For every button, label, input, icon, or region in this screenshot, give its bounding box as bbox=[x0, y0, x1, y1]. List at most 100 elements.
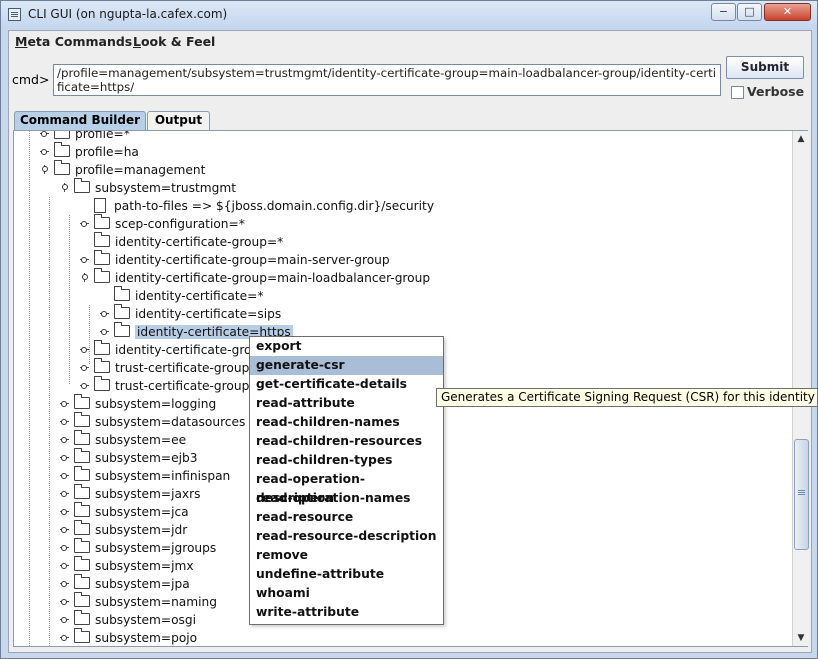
tree-node[interactable]: subsystem=jpa bbox=[60, 574, 190, 593]
tree-node[interactable]: subsystem=datasources bbox=[60, 412, 245, 431]
context-menu-item[interactable]: read-resource-description bbox=[250, 527, 443, 546]
context-menu-item[interactable]: whoami bbox=[250, 584, 443, 603]
menu-bar: Meta Commands Look & Feel bbox=[9, 31, 811, 53]
expand-toggle-closed-icon[interactable] bbox=[60, 543, 70, 553]
context-menu-item[interactable]: read-children-resources bbox=[250, 432, 443, 451]
tree-node[interactable]: subsystem=jmx bbox=[60, 556, 194, 575]
folder-icon bbox=[54, 160, 70, 175]
context-menu-item[interactable]: write-attribute bbox=[250, 603, 443, 622]
tree-node[interactable]: trust-certificate-group=* bbox=[80, 358, 266, 377]
expand-toggle-closed-icon[interactable] bbox=[60, 435, 70, 445]
tree-node[interactable]: subsystem=jca bbox=[60, 502, 189, 521]
tree-node-label: subsystem=ejb3 bbox=[95, 451, 198, 465]
tree-node[interactable]: path-to-files => ${jboss.domain.config.d… bbox=[94, 197, 434, 215]
expand-toggle-open-icon[interactable] bbox=[60, 183, 70, 193]
tree-node-label: profile=ha bbox=[75, 145, 139, 159]
tree-node[interactable]: profile=management bbox=[42, 160, 205, 179]
expand-toggle-open-icon[interactable] bbox=[80, 273, 90, 283]
expand-toggle-closed-icon[interactable] bbox=[60, 579, 70, 589]
expand-toggle-closed-icon[interactable] bbox=[80, 219, 90, 229]
context-menu-item[interactable]: read-attribute bbox=[250, 394, 443, 413]
tree-node[interactable]: scep-configuration=* bbox=[80, 214, 245, 233]
tree-node[interactable]: identity-certificate=sips bbox=[100, 304, 281, 323]
context-menu-item[interactable]: remove bbox=[250, 546, 443, 565]
tab-command-builder[interactable]: Command Builder bbox=[14, 111, 146, 130]
folder-icon bbox=[94, 268, 110, 283]
tree-node[interactable]: identity-certificate=* bbox=[114, 286, 264, 305]
folder-icon bbox=[114, 322, 130, 337]
tree-node[interactable]: subsystem=trustmgmt bbox=[62, 178, 236, 197]
tree-node[interactable]: subsystem=ejb3 bbox=[60, 448, 198, 467]
expand-toggle-closed-icon[interactable] bbox=[60, 597, 70, 607]
context-menu-item[interactable]: read-children-names bbox=[250, 413, 443, 432]
expand-toggle-closed-icon[interactable] bbox=[60, 417, 70, 427]
context-menu-item[interactable]: export bbox=[250, 337, 443, 356]
verbose-checkbox[interactable] bbox=[731, 86, 744, 99]
tree-node[interactable]: profile=* bbox=[40, 131, 130, 143]
context-menu-item[interactable]: generate-csr bbox=[250, 356, 443, 375]
expand-toggle-closed-icon[interactable] bbox=[60, 507, 70, 517]
folder-icon bbox=[74, 448, 90, 463]
folder-icon bbox=[94, 376, 110, 391]
tree-node[interactable]: subsystem=jaxrs bbox=[60, 484, 201, 503]
tree-node[interactable]: subsystem=infinispan bbox=[60, 466, 230, 485]
scroll-up-arrow-icon[interactable]: ▲ bbox=[793, 131, 809, 147]
expand-toggle-closed-icon[interactable] bbox=[100, 309, 110, 319]
tree-node[interactable]: profile=ha bbox=[40, 142, 139, 161]
submit-button[interactable]: Submit bbox=[726, 56, 804, 79]
expand-toggle-closed-icon[interactable] bbox=[60, 633, 70, 643]
tree-connector-line bbox=[69, 215, 70, 385]
expand-toggle-closed-icon[interactable] bbox=[60, 489, 70, 499]
expand-toggle-closed-icon[interactable] bbox=[60, 399, 70, 409]
tree-node[interactable]: subsystem=logging bbox=[60, 394, 217, 413]
folder-icon bbox=[74, 412, 90, 427]
expand-toggle-closed-icon[interactable] bbox=[40, 131, 50, 139]
command-input[interactable]: /profile=management/subsystem=trustmgmt/… bbox=[53, 64, 721, 96]
expand-toggle-open-icon[interactable] bbox=[40, 165, 50, 175]
tree-node[interactable]: identity-certificate-group=main-loadbala… bbox=[82, 268, 430, 287]
context-menu-item[interactable]: get-certificate-details bbox=[250, 375, 443, 394]
tree-node[interactable]: subsystem=pojo bbox=[60, 628, 198, 646]
context-menu-item[interactable]: read-resource bbox=[250, 508, 443, 527]
scrollbar-thumb[interactable] bbox=[794, 439, 809, 550]
tree-node[interactable]: identity-certificate-group=* bbox=[94, 232, 283, 251]
folder-icon bbox=[74, 592, 90, 607]
context-menu-item[interactable]: undefine-attribute bbox=[250, 565, 443, 584]
tree-node[interactable]: subsystem=ee bbox=[60, 430, 186, 449]
context-menu-item[interactable]: read-children-types bbox=[250, 451, 443, 470]
tree-node-label: subsystem=trustmgmt bbox=[95, 181, 236, 195]
expand-toggle-closed-icon[interactable] bbox=[60, 561, 70, 571]
tree-node[interactable]: trust-certificate-group=de bbox=[80, 376, 275, 395]
title-bar[interactable]: CLI GUI (on ngupta-la.cafex.com) − □ ✕ bbox=[1, 1, 817, 29]
folder-icon bbox=[94, 232, 110, 247]
menu-meta-commands[interactable]: Meta Commands bbox=[15, 34, 132, 49]
minimize-button[interactable]: − bbox=[711, 3, 736, 21]
tree-node[interactable]: subsystem=jdr bbox=[60, 520, 187, 539]
context-menu-item[interactable]: read-operation-description bbox=[250, 470, 443, 505]
tree-node[interactable]: subsystem=osgi bbox=[60, 610, 196, 629]
tree-node-label: profile=* bbox=[75, 131, 130, 141]
maximize-button[interactable]: □ bbox=[737, 3, 762, 21]
expand-toggle-closed-icon[interactable] bbox=[60, 453, 70, 463]
expand-toggle-closed-icon[interactable] bbox=[100, 327, 110, 337]
close-button[interactable]: ✕ bbox=[764, 3, 811, 21]
expand-toggle-closed-icon[interactable] bbox=[80, 381, 90, 391]
expand-toggle-closed-icon[interactable] bbox=[60, 471, 70, 481]
tab-output[interactable]: Output bbox=[147, 111, 210, 130]
tree-node-label: subsystem=pojo bbox=[95, 631, 198, 645]
context-menu-item[interactable]: read-operation-names bbox=[250, 489, 443, 508]
context-menu: export generate-csr get-certificate-detail… bbox=[249, 336, 444, 625]
folder-icon bbox=[74, 394, 90, 409]
expand-toggle-closed-icon[interactable] bbox=[40, 147, 50, 157]
expand-toggle-closed-icon[interactable] bbox=[80, 255, 90, 265]
menu-look-and-feel[interactable]: Look & Feel bbox=[133, 34, 215, 49]
folder-icon bbox=[74, 628, 90, 643]
tree-node-label: subsystem=logging bbox=[95, 397, 217, 411]
operation-tooltip: Generates a Certificate Signing Request … bbox=[436, 388, 818, 407]
scroll-down-arrow-icon[interactable]: ▼ bbox=[793, 630, 809, 646]
tree-node[interactable]: subsystem=naming bbox=[60, 592, 217, 611]
expand-toggle-closed-icon[interactable] bbox=[60, 615, 70, 625]
tree-node[interactable]: subsystem=jgroups bbox=[60, 538, 216, 557]
expand-toggle-closed-icon[interactable] bbox=[60, 525, 70, 535]
tree-node[interactable]: identity-certificate-group=main-server-g… bbox=[80, 250, 390, 269]
